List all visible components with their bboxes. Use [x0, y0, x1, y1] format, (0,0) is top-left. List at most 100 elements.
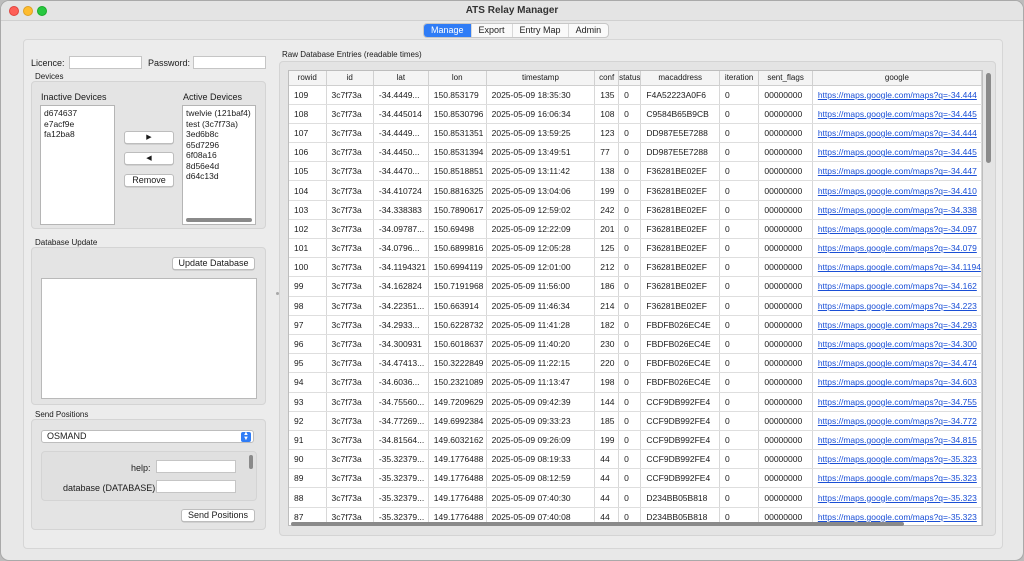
active-devices-hscrollbar[interactable] — [186, 218, 252, 222]
cell-id: 3c7f73a — [326, 372, 374, 393]
cell-macaddress: FBDFB026EC4E — [640, 334, 720, 355]
list-item[interactable]: twelvie (121baf4) — [186, 108, 252, 119]
cell-id: 3c7f73a — [326, 296, 374, 316]
move-to-inactive-button[interactable]: ◀ — [124, 152, 174, 165]
table-row[interactable]: 101 3c7f73a -34.0796... 150.6899816 2025-05-… — [289, 238, 982, 259]
table-row[interactable]: 100 3c7f73a -34.1194321 150.6994119 2025-05-… — [289, 257, 982, 278]
cell-google[interactable]: https://maps.google.com/maps?q=-34.815 — [812, 430, 982, 451]
cell-google[interactable]: https://maps.google.com/maps?q=-34.445 — [812, 104, 982, 124]
cell-google[interactable]: https://maps.google.com/maps?q=-34.079 — [812, 238, 982, 259]
list-item[interactable]: fa12ba8 — [44, 129, 111, 140]
cell-google[interactable]: https://maps.google.com/maps?q=-34.097 — [812, 219, 982, 240]
column-header-lat[interactable]: lat — [373, 71, 429, 86]
cell-google[interactable]: https://maps.google.com/maps?q=-34.410 — [812, 180, 982, 201]
cell-sent-flags: 00000000 — [758, 142, 813, 163]
cell-lon: 150.8518851 — [428, 161, 487, 182]
cell-rowid: 91 — [289, 430, 327, 451]
column-header-id[interactable]: id — [326, 71, 374, 86]
table-row[interactable]: 92 3c7f73a -34.77269... 149.6992384 2025-05-… — [289, 411, 982, 431]
raw-db-hscrollbar[interactable] — [291, 522, 904, 526]
cell-google[interactable]: https://maps.google.com/maps?q=-34.338 — [812, 200, 982, 220]
cell-google[interactable]: https://maps.google.com/maps?q=-34.1194 — [812, 257, 982, 278]
database-option-input[interactable] — [156, 480, 236, 493]
cell-google[interactable]: https://maps.google.com/maps?q=-34.447 — [812, 161, 982, 182]
table-row[interactable]: 98 3c7f73a -34.22351... 150.663914 2025-05-0… — [289, 296, 982, 316]
column-header-conf[interactable]: conf — [594, 71, 620, 86]
tab-manage[interactable]: Manage — [424, 24, 471, 37]
table-row[interactable]: 107 3c7f73a -34.4449... 150.8531351 2025-05-… — [289, 123, 982, 144]
help-input[interactable] — [156, 460, 236, 473]
tab-admin[interactable]: Admin — [567, 24, 609, 37]
raw-db-table-container[interactable]: rowid id lat lon timestamp conf status macaddre… — [288, 70, 983, 526]
cell-google[interactable]: https://maps.google.com/maps?q=-34.300 — [812, 334, 982, 355]
database-update-log[interactable] — [41, 278, 257, 399]
column-header-iteration[interactable]: iteration — [719, 71, 760, 86]
table-row[interactable]: 102 3c7f73a -34.09787... 150.69498 2025-05-0… — [289, 219, 982, 240]
cell-google[interactable]: https://maps.google.com/maps?q=-34.162 — [812, 276, 982, 297]
cell-conf: 123 — [594, 123, 620, 144]
cell-lat: -34.81564... — [373, 430, 429, 451]
cell-google[interactable]: https://maps.google.com/maps?q=-34.293 — [812, 315, 982, 335]
table-row[interactable]: 91 3c7f73a -34.81564... 149.6032162 2025-05-… — [289, 430, 982, 451]
list-item[interactable]: 8d56e4d — [186, 161, 252, 172]
table-row[interactable]: 94 3c7f73a -34.6036... 150.2321089 2025-05-0… — [289, 372, 982, 393]
cell-google[interactable]: https://maps.google.com/maps?q=-34.772 — [812, 411, 982, 431]
options-vscrollbar[interactable] — [249, 455, 253, 469]
column-header-sent-flags[interactable]: sent_flags — [758, 71, 813, 86]
cell-sent-flags: 00000000 — [758, 296, 813, 316]
column-header-macaddress[interactable]: macaddress — [640, 71, 720, 86]
active-devices-list[interactable]: twelvie (121baf4) test (3c7f73a) 3ed6b8c… — [182, 105, 256, 225]
cell-status: 0 — [618, 180, 642, 201]
remove-device-button[interactable]: Remove — [124, 174, 174, 187]
table-row[interactable]: 93 3c7f73a -34.75560... 149.7209629 2025-05-… — [289, 392, 982, 412]
cell-google[interactable]: https://maps.google.com/maps?q=-34.223 — [812, 296, 982, 316]
cell-google[interactable]: https://maps.google.com/maps?q=-34.444 — [812, 123, 982, 144]
table-row[interactable]: 97 3c7f73a -34.2933... 150.6228732 2025-05-0… — [289, 315, 982, 335]
table-row[interactable]: 95 3c7f73a -34.47413... 150.3222849 2025-05-… — [289, 353, 982, 374]
table-row[interactable]: 109 3c7f73a -34.4449... 150.853179 2025-05-0… — [289, 85, 982, 105]
table-row[interactable]: 99 3c7f73a -34.162824 150.7191968 2025-05-09… — [289, 276, 982, 297]
list-item[interactable]: d674637 — [44, 108, 111, 119]
table-row[interactable]: 89 3c7f73a -35.32379... 149.1776488 2025-05-… — [289, 468, 982, 489]
move-to-active-button[interactable]: ▶ — [124, 131, 174, 144]
tab-entry-map[interactable]: Entry Map — [511, 24, 568, 37]
cell-google[interactable]: https://maps.google.com/maps?q=-34.474 — [812, 353, 982, 374]
table-row[interactable]: 105 3c7f73a -34.4470... 150.8518851 2025-05-… — [289, 161, 982, 182]
raw-db-vscrollbar[interactable] — [986, 73, 991, 163]
list-item[interactable]: d64c13d — [186, 171, 252, 182]
cell-google[interactable]: https://maps.google.com/maps?q=-34.445 — [812, 142, 982, 163]
cell-google[interactable]: https://maps.google.com/maps?q=-34.444 — [812, 85, 982, 105]
send-positions-button[interactable]: Send Positions — [181, 509, 255, 522]
column-header-status[interactable]: status — [618, 71, 642, 86]
inactive-devices-list[interactable]: d674637 e7acf9e fa12ba8 — [40, 105, 115, 225]
column-header-google[interactable]: google — [812, 71, 982, 86]
list-item[interactable]: e7acf9e — [44, 119, 111, 130]
column-header-timestamp[interactable]: timestamp — [486, 71, 596, 86]
update-database-button[interactable]: Update Database — [172, 257, 255, 270]
cell-google[interactable]: https://maps.google.com/maps?q=-34.603 — [812, 372, 982, 393]
list-item[interactable]: 6f08a16 — [186, 150, 252, 161]
list-item[interactable]: test (3c7f73a) — [186, 119, 252, 130]
cell-google[interactable]: https://maps.google.com/maps?q=-35.323 — [812, 487, 982, 508]
list-item[interactable]: 65d7296 — [186, 140, 252, 151]
tab-export[interactable]: Export — [470, 24, 512, 37]
table-row[interactable]: 108 3c7f73a -34.445014 150.8530796 2025-05-0… — [289, 104, 982, 124]
cell-sent-flags: 00000000 — [758, 200, 813, 220]
table-row[interactable]: 88 3c7f73a -35.32379... 149.1776488 2025-05-… — [289, 487, 982, 508]
table-row[interactable]: 104 3c7f73a -34.410724 150.8816325 2025-05-0… — [289, 180, 982, 201]
cell-status: 0 — [618, 353, 642, 374]
column-header-rowid[interactable]: rowid — [289, 71, 327, 86]
column-header-lon[interactable]: lon — [428, 71, 487, 86]
password-input[interactable] — [193, 56, 266, 69]
cell-google[interactable]: https://maps.google.com/maps?q=-35.323 — [812, 449, 982, 470]
cell-google[interactable]: https://maps.google.com/maps?q=-34.755 — [812, 392, 982, 412]
cell-id: 3c7f73a — [326, 468, 374, 489]
position-format-select[interactable]: OSMAND ▲ ▼ — [41, 430, 254, 443]
list-item[interactable]: 3ed6b8c — [186, 129, 252, 140]
table-row[interactable]: 90 3c7f73a -35.32379... 149.1776488 2025-05-… — [289, 449, 982, 470]
table-row[interactable]: 106 3c7f73a -34.4450... 150.8531394 2025-05-… — [289, 142, 982, 163]
licence-input[interactable] — [69, 56, 142, 69]
table-row[interactable]: 96 3c7f73a -34.300931 150.6018637 2025-05-09… — [289, 334, 982, 355]
cell-google[interactable]: https://maps.google.com/maps?q=-35.323 — [812, 468, 982, 489]
table-row[interactable]: 103 3c7f73a -34.338383 150.7890617 2025-05-0… — [289, 200, 982, 220]
